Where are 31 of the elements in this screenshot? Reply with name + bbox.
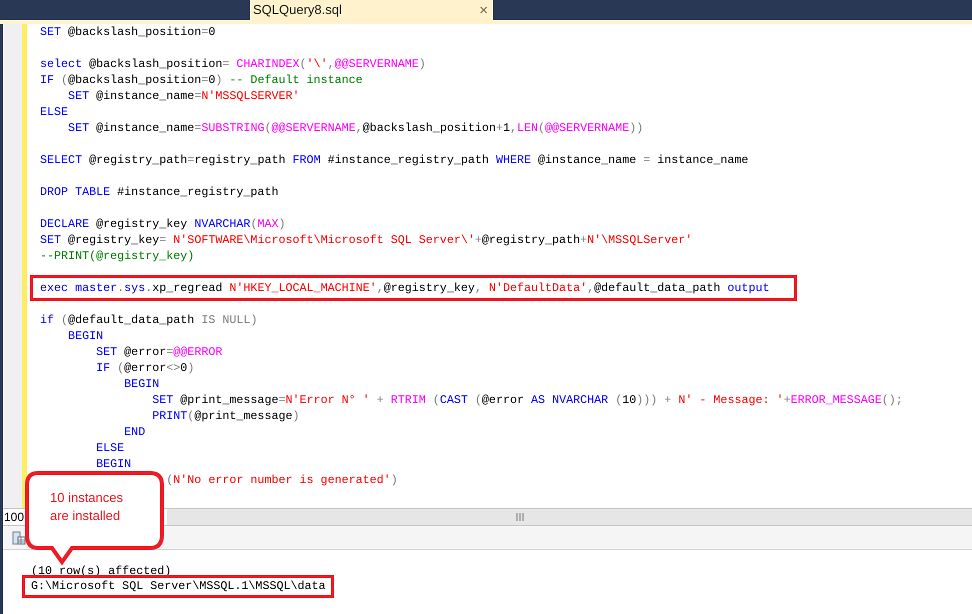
code-line: IF (@error<>0) bbox=[95, 361, 194, 375]
code-line: END bbox=[123, 425, 146, 439]
code-line: BEGIN bbox=[123, 377, 160, 391]
code-line: ELSE bbox=[40, 105, 68, 119]
code-line: BEGIN bbox=[95, 457, 132, 471]
result-message: (10 row(s) affected) bbox=[31, 564, 172, 578]
code-line: DROP TABLE #instance_registry_path bbox=[40, 185, 278, 199]
code-line: ELSE bbox=[95, 441, 124, 455]
code-line: --PRINT(@registry_key) bbox=[40, 249, 194, 263]
code-line: DECLARE @registry_key NVARCHAR(MAX) bbox=[40, 217, 286, 231]
close-icon[interactable]: × bbox=[479, 2, 488, 18]
zoom-field[interactable]: 100 bbox=[3, 509, 25, 525]
callout-text: 10 instances are installed bbox=[50, 489, 124, 525]
code-line: select @backslash_position= CHARINDEX('\',@@SERVERNAME) bbox=[40, 57, 426, 71]
code-line: SET @instance_name=SUBSTRING(@@SERVERNAME,@backslash_position+1,LEN(@@SERVERNAME)) bbox=[67, 121, 644, 135]
grip-icon bbox=[516, 513, 524, 521]
code-line: IF (@backslash_position=0) -- Default instance bbox=[40, 73, 363, 87]
code-line: PRINT(@print_message) bbox=[151, 409, 300, 423]
code-line: if (@default_data_path IS NULL) bbox=[40, 313, 258, 327]
code-line: SET @instance_name=N'MSSQLSERVER' bbox=[67, 89, 300, 103]
code-line: SET @registry_key= N'SOFTWARE\Microsoft\Microsoft SQL Server\'+@registry_path+N'\MSSQLServer' bbox=[40, 233, 692, 247]
code-line: SET @print_message=N'Error N° ' + RTRIM (CAST (@error AS NVARCHAR (10))) + N' - Message: '+ERROR_MESSAGE(); bbox=[151, 393, 903, 407]
code-line: SET @backslash_position=0 bbox=[40, 25, 216, 39]
code-line: (N'No error number is generated') bbox=[165, 473, 398, 487]
editor-tab[interactable]: SQLQuery8.sql × bbox=[250, 0, 493, 20]
code-line: SET @error=@@ERROR bbox=[95, 345, 222, 359]
result-message: G:\Microsoft SQL Server\MSSQL.1\MSSQL\data bbox=[31, 579, 326, 593]
code-line: SELECT @registry_path=registry_path FROM #instance_registry_path WHERE @instance_name = instance_name bbox=[40, 153, 748, 167]
results-grid-icon[interactable] bbox=[12, 530, 26, 544]
code-line: BEGIN bbox=[67, 329, 104, 343]
code-line: exec master.sys.xp_regread N'HKEY_LOCAL_MACHINE',@registry_key, N'DefaultData',@default_data_path output bbox=[40, 281, 770, 295]
